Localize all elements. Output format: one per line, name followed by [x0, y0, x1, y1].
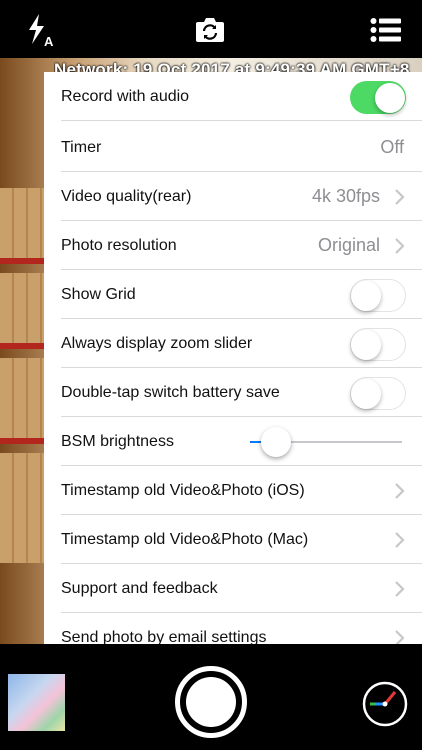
settings-panel: Record with audio Timer Off Video qualit…: [44, 72, 422, 644]
last-photo-thumbnail[interactable]: [8, 674, 65, 731]
zoom-slider-label: Always display zoom slider: [61, 334, 253, 352]
chevron-right-icon: [395, 630, 405, 644]
bsm-brightness-row: BSM brightness: [44, 417, 422, 466]
email-settings-row[interactable]: Send photo by email settings: [44, 613, 422, 644]
battery-save-toggle[interactable]: [350, 377, 406, 410]
photo-resolution-value: Original: [317, 235, 380, 255]
photo-resolution-row[interactable]: Photo resolution Original: [44, 221, 422, 270]
support-row[interactable]: Support and feedback: [44, 564, 422, 613]
record-audio-toggle[interactable]: [350, 81, 406, 114]
record-audio-label: Record with audio: [61, 87, 190, 105]
shelf-boxes: [0, 358, 44, 438]
timestamp-ios-row[interactable]: Timestamp old Video&Photo (iOS): [44, 466, 422, 515]
shutter-button[interactable]: [175, 666, 247, 738]
zoom-slider-toggle[interactable]: [350, 328, 406, 361]
battery-save-row: Double-tap switch battery save: [44, 368, 422, 417]
toggle-knob: [351, 379, 381, 409]
shelf-boxes: [0, 188, 44, 258]
toggle-knob: [351, 330, 381, 360]
gauge-icon[interactable]: [361, 680, 409, 728]
timer-label: Timer: [61, 138, 102, 156]
timestamp-mac-label: Timestamp old Video&Photo (Mac): [61, 530, 309, 548]
slider-knob[interactable]: [260, 427, 291, 457]
svg-text:A: A: [44, 34, 54, 48]
timer-row[interactable]: Timer Off: [44, 123, 422, 172]
chevron-right-icon: [395, 581, 405, 597]
timer-value: Off: [380, 137, 404, 157]
chevron-right-icon: [395, 483, 405, 499]
email-settings-label: Send photo by email settings: [61, 628, 267, 645]
record-audio-row: Record with audio: [44, 72, 422, 121]
battery-save-label: Double-tap switch battery save: [61, 383, 280, 401]
show-grid-label: Show Grid: [61, 285, 136, 303]
toggle-knob: [375, 82, 405, 113]
chevron-right-icon: [395, 189, 405, 205]
chevron-right-icon: [395, 238, 405, 254]
shelf-rack: [0, 258, 44, 264]
shelf-boxes: [0, 273, 44, 343]
video-quality-label: Video quality(rear): [61, 187, 192, 205]
show-grid-row: Show Grid: [44, 270, 422, 319]
camera-switch-icon[interactable]: [190, 12, 230, 48]
chevron-right-icon: [395, 532, 405, 548]
support-label: Support and feedback: [61, 579, 218, 597]
show-grid-toggle[interactable]: [350, 279, 406, 312]
video-quality-value: 4k 30fps: [311, 186, 380, 206]
bsm-brightness-label: BSM brightness: [61, 432, 174, 450]
top-bar: A: [0, 0, 422, 58]
photo-resolution-label: Photo resolution: [61, 236, 177, 254]
shelf-rack: [0, 343, 44, 349]
shelf-rack: [0, 438, 44, 444]
zoom-slider-row: Always display zoom slider: [44, 319, 422, 368]
timestamp-mac-row[interactable]: Timestamp old Video&Photo (Mac): [44, 515, 422, 564]
bsm-brightness-slider[interactable]: [250, 427, 402, 457]
toggle-knob: [351, 281, 381, 311]
menu-list-icon[interactable]: [366, 12, 406, 48]
video-quality-row[interactable]: Video quality(rear) 4k 30fps: [44, 172, 422, 221]
timestamp-ios-label: Timestamp old Video&Photo (iOS): [61, 481, 305, 499]
shelf-boxes: [0, 453, 44, 563]
flash-auto-icon[interactable]: A: [20, 12, 60, 48]
shutter-icon: [186, 677, 236, 727]
